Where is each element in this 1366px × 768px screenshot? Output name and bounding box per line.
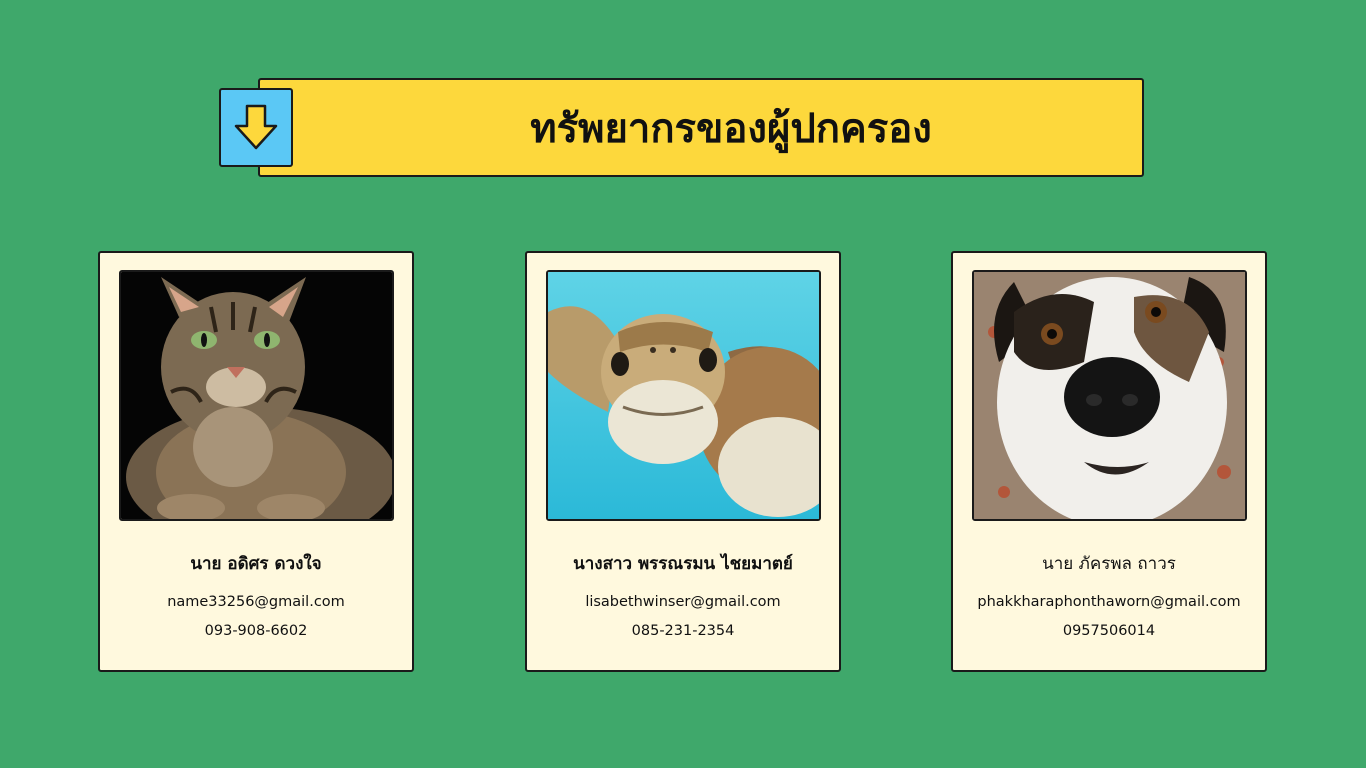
guardian-email: lisabethwinser@gmail.com: [585, 594, 781, 610]
title-banner: ทรัพยากรของผู้ปกครอง: [258, 78, 1144, 177]
guardian-name: นางสาว พรรณรมน ไชยมาตย์: [573, 554, 793, 574]
guardian-email: name33256@gmail.com: [167, 594, 345, 610]
dog-photo: [972, 270, 1247, 521]
guardian-phone: 093-908-6602: [204, 623, 308, 639]
cat-photo: [119, 270, 394, 521]
page-title: ทรัพยากรของผู้ปกครอง: [530, 105, 932, 152]
contact-card: นาย อดิศร ดวงใจ name33256@gmail.com 093-…: [98, 251, 414, 672]
contact-card: นาย ภัครพล ถาวร phakkharaphonthaworn@gma…: [951, 251, 1267, 672]
guardian-phone: 085-231-2354: [631, 623, 735, 639]
contact-card: นางสาว พรรณรมน ไชยมาตย์ lisabethwinser@g…: [525, 251, 841, 672]
sea-turtle-photo: [546, 270, 821, 521]
down-arrow-icon: [230, 102, 282, 154]
guardian-email: phakkharaphonthaworn@gmail.com: [977, 594, 1241, 610]
download-button[interactable]: [219, 88, 293, 167]
guardian-name: นาย อดิศร ดวงใจ: [190, 554, 322, 574]
guardian-name: นาย ภัครพล ถาวร: [1042, 554, 1176, 574]
guardian-phone: 0957506014: [1062, 623, 1156, 639]
